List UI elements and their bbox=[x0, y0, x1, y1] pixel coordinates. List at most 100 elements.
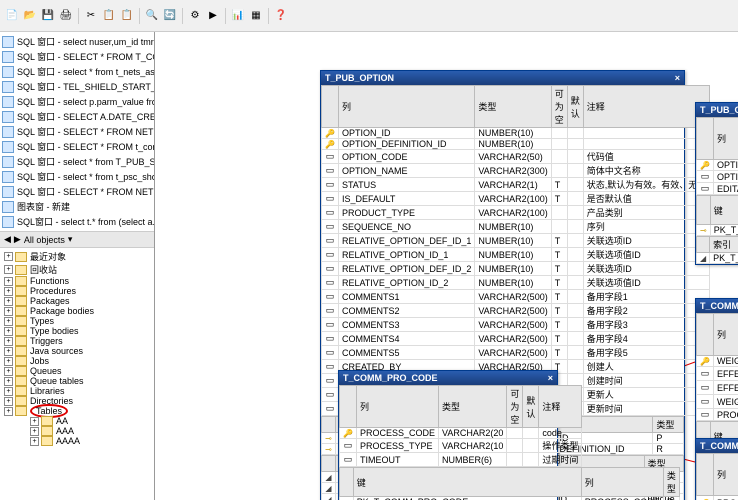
index-row[interactable]: ◢PK_T_PUB_OPTION_DEFINITIONOPTION_DEFINI… bbox=[697, 253, 738, 264]
diagram-canvas[interactable]: T_PUB_OPTION×列类型可为空默认注释🔑OPTION_IDNUMBER(… bbox=[155, 32, 738, 500]
column-row[interactable]: 🔑PROCESS_CODEVARCHAR2(20code bbox=[340, 428, 582, 439]
tb-paste-icon[interactable]: 📋 bbox=[119, 8, 135, 24]
column-row[interactable]: 🔑OPTION_IDNUMBER(10) bbox=[322, 128, 710, 139]
column-row[interactable]: ▭STATUSVARCHAR2(1)T状态,默认为有效。有效、无效 bbox=[322, 178, 710, 192]
tree-node[interactable]: +AAA bbox=[2, 426, 152, 436]
table-window-comm_pro_type[interactable]: T_COMM_PRO_TYPE×列类型可为空默认注释🔑PROCESS_TYPEV… bbox=[695, 438, 738, 500]
column-row[interactable]: ▭PROCESS_TYPEVARCHAR2(10操作类型 bbox=[340, 439, 582, 453]
window-list-item[interactable]: SQL 窗口 - select * from T_PUB_SEND_LO bbox=[0, 154, 154, 169]
expand-icon[interactable]: + bbox=[4, 397, 13, 406]
column-row[interactable]: ▭EDITABLEVARCHAR2(1T bbox=[697, 183, 738, 195]
expand-icon[interactable]: + bbox=[4, 297, 13, 306]
column-row[interactable]: 🔑WEIGHT_IDNUMBER(10) bbox=[697, 356, 738, 367]
expand-icon[interactable]: + bbox=[4, 407, 13, 416]
key-row[interactable]: ⊸PK_T_COMM_PRO_CODEPROCESS_CODEP bbox=[340, 497, 680, 500]
tb-run-icon[interactable]: ▶ bbox=[205, 8, 221, 24]
column-row[interactable]: ▭RELATIVE_OPTION_ID_1NUMBER(10)T关联选项值ID bbox=[322, 248, 710, 262]
column-row[interactable]: ▭PRODUCT_TYPEVARCHAR2(100)产品类别 bbox=[322, 206, 710, 220]
tree-node[interactable]: +Queues bbox=[2, 366, 152, 376]
column-row[interactable]: ▭RELATIVE_OPTION_DEF_ID_2NUMBER(10)T关联选项… bbox=[322, 262, 710, 276]
object-tree[interactable]: +最近对象+回收站+Functions+Procedures+Packages+… bbox=[0, 248, 154, 500]
expand-icon[interactable]: + bbox=[4, 287, 13, 296]
column-row[interactable]: ▭OPTION_CODEVARCHAR2(50)代码值 bbox=[322, 150, 710, 164]
expand-icon[interactable]: + bbox=[4, 337, 13, 346]
window-list-item[interactable]: SQL 窗口 - select * from t_nets_assigned bbox=[0, 64, 154, 79]
column-row[interactable]: ▭EFFECTIVE_FROMVARCHAR2(10开始时 bbox=[697, 367, 738, 381]
column-row[interactable]: ▭COMMENTS3VARCHAR2(500)T备用字段3 bbox=[322, 318, 710, 332]
tree-node[interactable]: +Jobs bbox=[2, 356, 152, 366]
column-row[interactable]: ▭COMMENTS4VARCHAR2(500)T备用字段4 bbox=[322, 332, 710, 346]
expand-icon[interactable]: + bbox=[4, 347, 13, 356]
window-list-item[interactable]: SQL 窗口 - select * from t_psc_shopping_c bbox=[0, 169, 154, 184]
window-list-item[interactable]: SQL 窗口 - SELECT * FROM t_comm_sys_ bbox=[0, 139, 154, 154]
window-list-item[interactable]: SQL 窗口 - SELECT * FROM T_COMM_SYS bbox=[0, 49, 154, 64]
table-titlebar[interactable]: T_COMM_PRO_TYPE× bbox=[696, 439, 738, 453]
window-list-item[interactable]: SQL 窗口 - TEL_SHIELD_START_END GET bbox=[0, 79, 154, 94]
tree-node[interactable]: +Package bodies bbox=[2, 306, 152, 316]
close-icon[interactable]: × bbox=[675, 73, 680, 83]
tb-copy-icon[interactable]: 📋 bbox=[101, 8, 117, 24]
window-list-item[interactable]: 图表窗 - 新建 bbox=[0, 199, 154, 214]
column-row[interactable]: ▭COMMENTS1VARCHAR2(500)T备用字段1 bbox=[322, 290, 710, 304]
column-row[interactable]: ▭RELATIVE_OPTION_DEF_ID_1NUMBER(10)T关联选项… bbox=[322, 234, 710, 248]
tb-grid-icon[interactable]: ▦ bbox=[248, 8, 264, 24]
tree-node[interactable]: +Queue tables bbox=[2, 376, 152, 386]
tree-node[interactable]: +Type bodies bbox=[2, 326, 152, 336]
expand-icon[interactable]: + bbox=[30, 427, 39, 436]
tree-node[interactable]: +AA bbox=[2, 416, 152, 426]
tb-refresh-icon[interactable]: 🔄 bbox=[162, 8, 178, 24]
column-row[interactable]: ▭COMMENTS2VARCHAR2(500)T备用字段2 bbox=[322, 304, 710, 318]
tb-chart-icon[interactable]: 📊 bbox=[230, 8, 246, 24]
window-list-item[interactable]: SQL 窗口 - select p.parm_value from t_cc bbox=[0, 94, 154, 109]
table-titlebar[interactable]: T_PUB_OPTION_DEFINITION× bbox=[696, 103, 738, 117]
tb-gear-icon[interactable]: ⚙ bbox=[187, 8, 203, 24]
table-titlebar[interactable]: T_PUB_OPTION× bbox=[321, 71, 684, 85]
window-list-item[interactable]: SQL 窗口 - SELECT * FROM NETS2DATA.T_P bbox=[0, 184, 154, 199]
expand-icon[interactable]: + bbox=[4, 377, 13, 386]
key-row[interactable]: ⊸PK_T_PUB_OPTION_DEFINITIONOPTION_DEFINI… bbox=[697, 225, 738, 236]
expand-icon[interactable]: + bbox=[30, 417, 39, 426]
tree-node[interactable]: +Functions bbox=[2, 276, 152, 286]
expand-icon[interactable]: + bbox=[4, 367, 13, 376]
tb-print-icon[interactable]: 🖨 bbox=[58, 8, 74, 24]
window-list-item[interactable]: SQL 窗口 - select nuser,um_id tmrId, ty.id bbox=[0, 34, 154, 49]
tb-new-icon[interactable]: 📄 bbox=[4, 8, 20, 24]
column-row[interactable]: ▭TIMEOUTNUMBER(6)过期时间 bbox=[340, 453, 582, 467]
column-row[interactable]: ▭COMMENTS5VARCHAR2(500)T备用字段5 bbox=[322, 346, 710, 360]
tb-open-icon[interactable]: 📂 bbox=[22, 8, 38, 24]
dropdown-icon[interactable]: ▾ bbox=[68, 234, 73, 245]
column-row[interactable]: 🔑OPTION_DEFINITION_IDNUMBER(10) bbox=[322, 139, 710, 150]
nav-right-icon[interactable]: ▶ bbox=[14, 234, 21, 245]
nav-left-icon[interactable]: ◀ bbox=[4, 234, 11, 245]
tb-save-icon[interactable]: 💾 bbox=[40, 8, 56, 24]
expand-icon[interactable]: + bbox=[4, 252, 13, 261]
column-row[interactable]: ▭OPTION_NAMEVARCHAR2(300)简体中文名称 bbox=[322, 164, 710, 178]
expand-icon[interactable]: + bbox=[4, 265, 13, 274]
window-list-item[interactable]: SQL 窗口 - SELECT * FROM NETS2DATA.T_P bbox=[0, 124, 154, 139]
expand-icon[interactable]: + bbox=[4, 307, 13, 316]
table-window-pub_opt_def[interactable]: T_PUB_OPTION_DEFINITION×列类型可为空默认注释🔑OPTIO… bbox=[695, 102, 738, 265]
tb-help-icon[interactable]: ❓ bbox=[273, 8, 289, 24]
tree-node[interactable]: +最近对象 bbox=[2, 250, 152, 263]
window-list-item[interactable]: SQL 窗口 - SELECT A.DATE_CREATED,A.C bbox=[0, 109, 154, 124]
expand-icon[interactable]: + bbox=[4, 387, 13, 396]
column-row[interactable]: ▭EFFECTIVE_TOVARCHAR2(10结束时 bbox=[697, 381, 738, 395]
tree-node[interactable]: +Java sources bbox=[2, 346, 152, 356]
column-row[interactable]: ▭SEQUENCE_NONUMBER(10)序列 bbox=[322, 220, 710, 234]
table-window-comm_pro_code[interactable]: T_COMM_PRO_CODE×列类型可为空默认注释🔑PROCESS_CODEV… bbox=[338, 370, 558, 500]
expand-icon[interactable]: + bbox=[30, 437, 39, 446]
tree-node[interactable]: +Packages bbox=[2, 296, 152, 306]
window-list-item[interactable]: SQL窗口 - select t.* from (select a.constr bbox=[0, 214, 154, 229]
expand-icon[interactable]: + bbox=[4, 317, 13, 326]
column-row[interactable]: ▭WEIGHTNUMBER(4)权重 bbox=[697, 395, 738, 409]
tree-node[interactable]: +Triggers bbox=[2, 336, 152, 346]
tree-node[interactable]: +Types bbox=[2, 316, 152, 326]
expand-icon[interactable]: + bbox=[4, 327, 13, 336]
table-titlebar[interactable]: T_COMM_PRO_WEIGHT× bbox=[696, 299, 738, 313]
expand-icon[interactable]: + bbox=[4, 357, 13, 366]
column-row[interactable]: 🔑OPTION_DEFINITION_IDNUMBER(10) bbox=[697, 160, 738, 171]
tb-find-icon[interactable]: 🔍 bbox=[144, 8, 160, 24]
tree-node[interactable]: +回收站 bbox=[2, 263, 152, 276]
column-row[interactable]: ▭OPTION_DEFINITION_NAMEVARCHAR2(200) bbox=[697, 171, 738, 183]
expand-icon[interactable]: + bbox=[4, 277, 13, 286]
